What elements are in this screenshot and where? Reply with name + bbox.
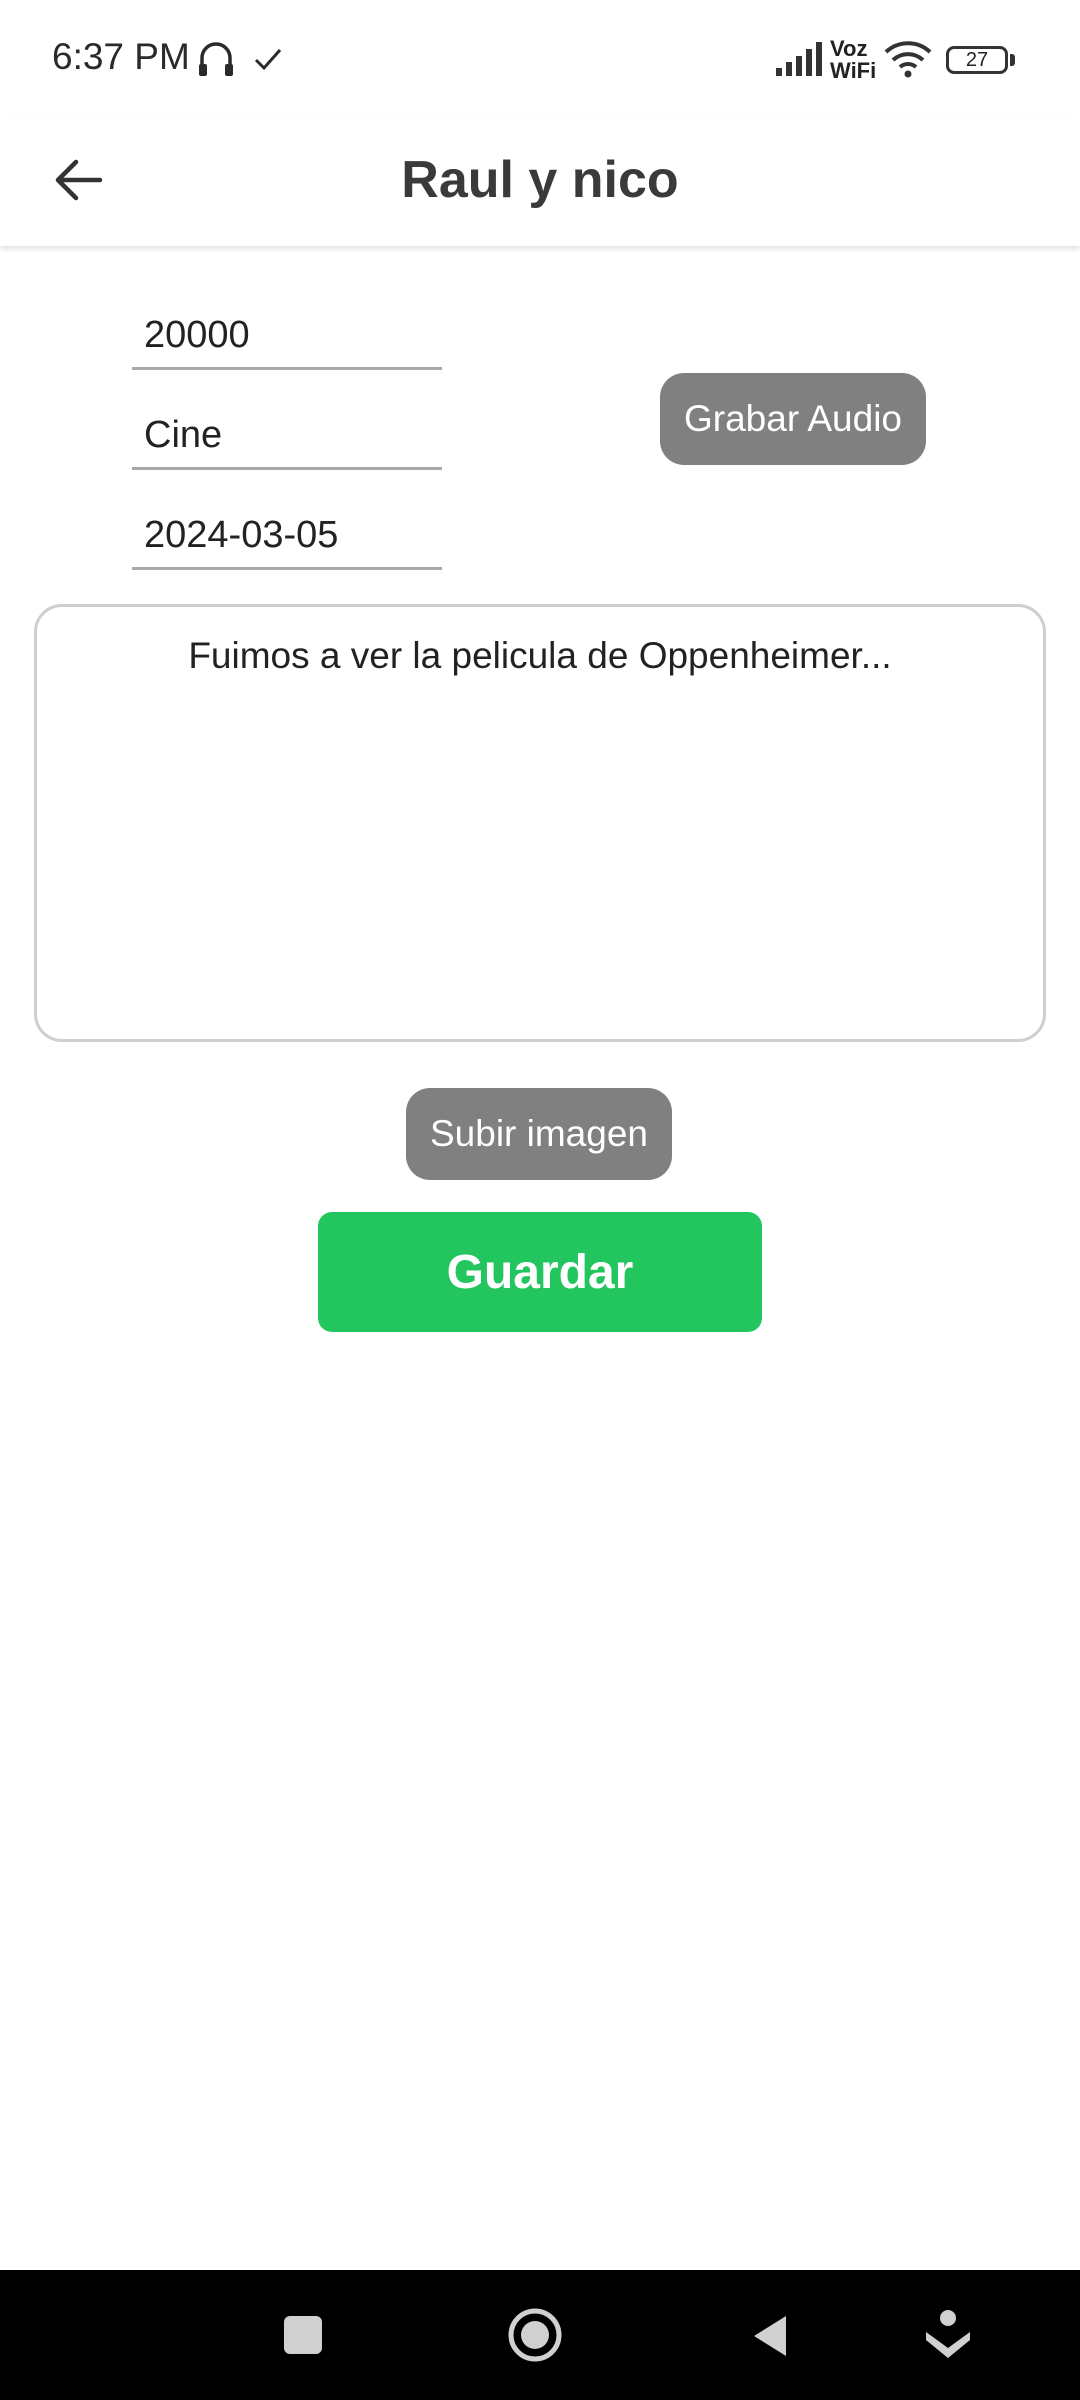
- headphones-icon: [199, 42, 233, 76]
- category-value: Cine: [144, 414, 223, 456]
- wifi-label: WiFi: [830, 58, 877, 83]
- battery-level: 27: [965, 49, 989, 71]
- app-bar: Raul y nico: [0, 120, 1080, 246]
- signal-icon: [776, 42, 822, 76]
- battery-icon: 27: [946, 46, 1008, 74]
- date-field[interactable]: 2024-03-05: [132, 498, 442, 570]
- save-button[interactable]: Guardar: [318, 1212, 762, 1332]
- wifi-icon: [884, 41, 932, 78]
- category-field[interactable]: Cine: [132, 398, 442, 470]
- assistant-button[interactable]: [922, 2308, 974, 2362]
- battery-tip: [1010, 54, 1015, 66]
- description-text: Fuimos a ver la pelicula de Oppenheimer.…: [188, 635, 892, 676]
- amount-value: 20000: [144, 314, 250, 356]
- date-value: 2024-03-05: [144, 514, 339, 556]
- status-time: 6:37 PM: [52, 36, 190, 77]
- description-textarea[interactable]: Fuimos a ver la pelicula de Oppenheimer.…: [34, 604, 1046, 1042]
- navigation-bar: [0, 2270, 1080, 2400]
- status-bar: 6:37 PM Voz WiFi 27: [0, 0, 1080, 120]
- check-icon: [254, 49, 282, 71]
- record-audio-button[interactable]: Grabar Audio: [660, 373, 926, 465]
- voz-label: Voz: [830, 36, 868, 61]
- page-title: Raul y nico: [401, 151, 679, 209]
- amount-field[interactable]: 20000: [132, 298, 442, 370]
- home-button[interactable]: [506, 2306, 564, 2364]
- back-nav-button[interactable]: [746, 2312, 794, 2360]
- upload-image-button[interactable]: Subir imagen: [406, 1088, 672, 1180]
- recents-button[interactable]: [284, 2316, 322, 2354]
- voz-wifi-indicator: Voz WiFi: [830, 38, 880, 82]
